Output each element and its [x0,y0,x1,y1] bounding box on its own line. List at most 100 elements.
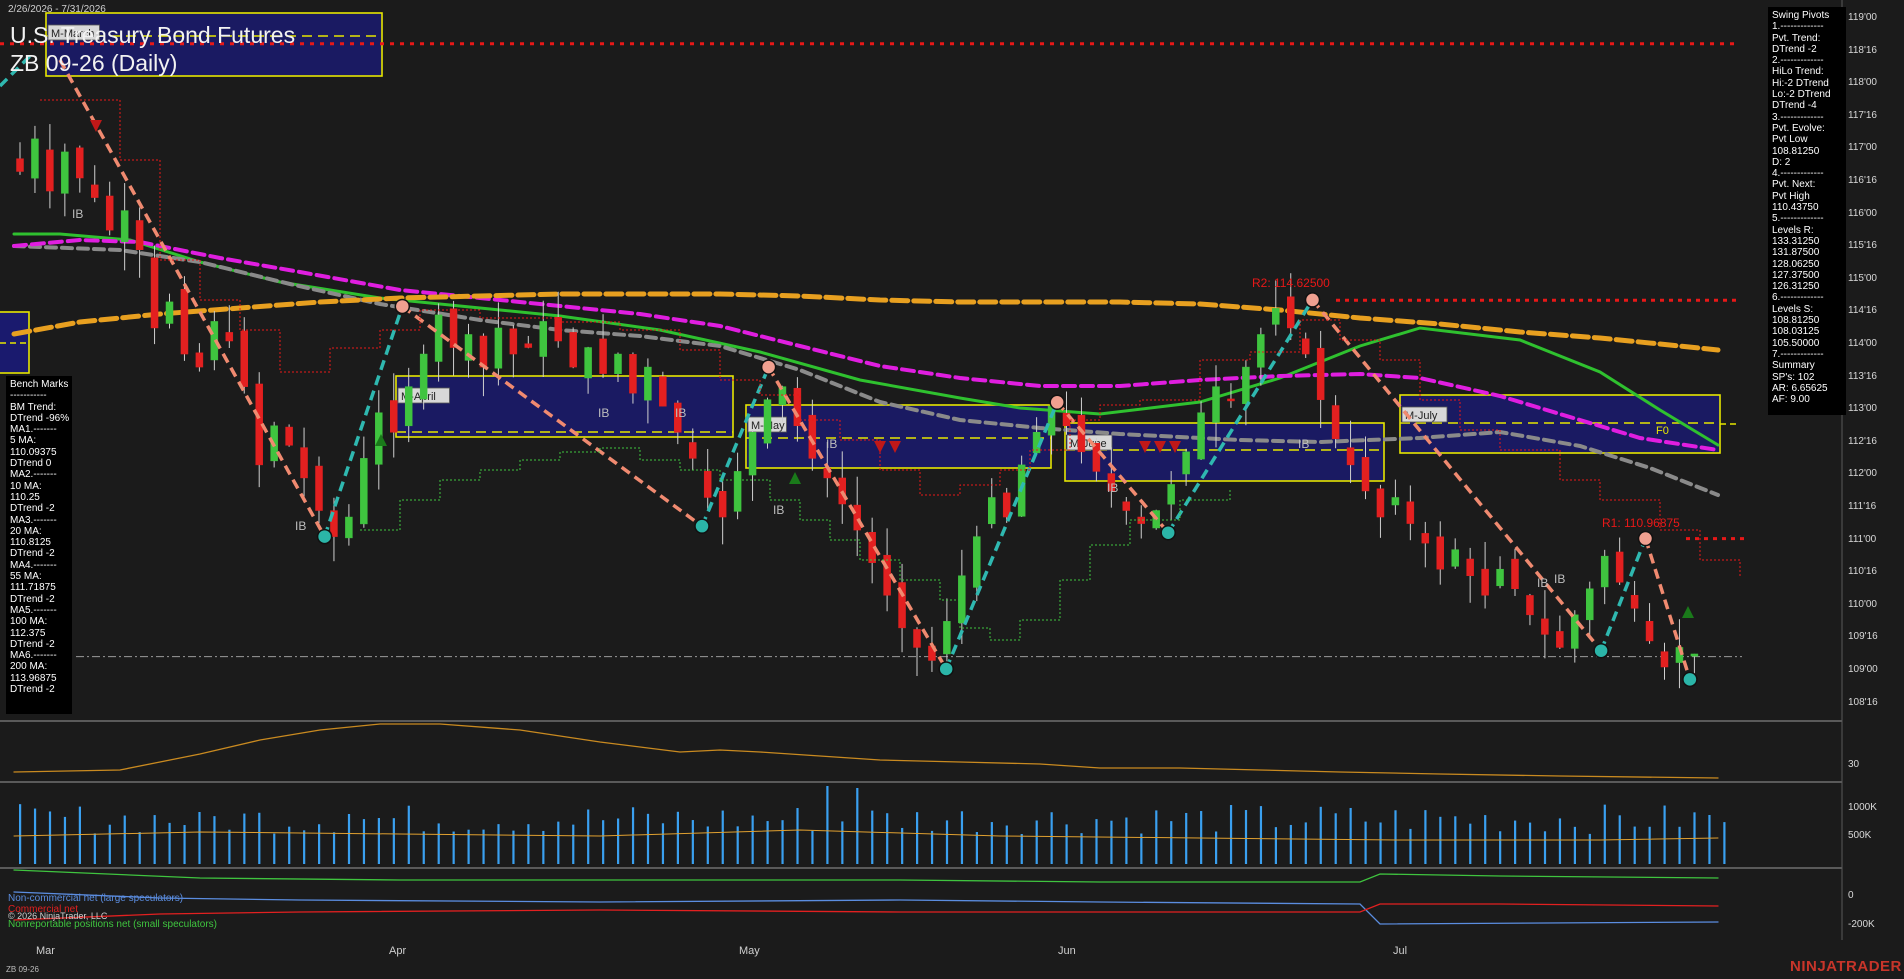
volume-bar [960,811,964,864]
swing-line: 127.37500 [1772,269,1820,281]
candle-up [733,471,742,512]
volume-bar [1469,823,1472,864]
candle-down [390,400,398,433]
swing-line: Pvt. Trend: [1772,32,1821,44]
price-tick-label: 110'00 [1848,598,1877,610]
candle-up [434,314,443,362]
volume-bar [63,816,67,864]
candle-up [988,497,996,525]
candle-up [1242,366,1250,404]
pivot-low-marker [938,661,954,677]
month-tick-label: May [739,945,760,957]
candle-down [1660,651,1669,668]
bench-line: MA2.------- [10,469,57,481]
volume-bar [1723,822,1726,864]
price-chart[interactable]: M-MarchM-AprilM-MayM-JuneM-JulyR2: 114.6… [0,0,1904,979]
volume-bar [945,820,949,864]
volume-bar [33,808,37,864]
candle-up [404,386,413,427]
candle-up [1182,451,1190,475]
volume-bar [1185,812,1188,864]
ninjatrader-logo: NINJATRADER [1790,958,1902,975]
cot-legend-noncommercial: Non-commercial net (large speculators) [8,893,184,904]
volume-bar [1558,818,1562,864]
bench-line: 110.8125 [10,537,51,549]
swing-line: D: 2 [1772,156,1791,168]
candle-up [958,575,966,624]
volume-bar [1080,833,1083,864]
candle-down [195,352,204,368]
price-tick-label: 111'00 [1848,533,1877,545]
price-tick-label: 112'00 [1848,468,1877,480]
candle-up [1272,308,1280,325]
candle-up [748,432,757,476]
volume-bar [587,809,590,864]
bench-line: 112.375 [10,627,46,639]
volume-bar [572,824,575,864]
volume-bar [1588,833,1591,864]
price-tick-label: 117'16 [1848,109,1877,121]
swing-line: 126.31250 [1772,281,1820,293]
candle-up [1496,568,1504,587]
swing-line: Pvt. Next: [1772,179,1816,191]
candle-up [360,458,368,525]
swing-line: 131.87500 [1772,247,1820,259]
candle-down [1301,338,1310,355]
candle-down [1287,296,1295,329]
bench-line: DTrend -2 [10,638,55,650]
swing-line: Levels R: [1772,224,1814,236]
volume-bar [1409,828,1412,864]
volume-bar [557,821,560,864]
volume-bar [228,829,231,864]
volume-bar [288,826,291,864]
candle-down [1227,398,1235,402]
candle-down [1346,447,1355,466]
candle-down [46,149,54,192]
candle-down [150,257,159,329]
volume-bar [1528,822,1532,864]
bench-line: 10 MA: [10,480,42,492]
pivot-low-marker [1682,671,1698,688]
volume-bar [1603,804,1606,864]
candle-down [1316,347,1325,400]
volume-bar [527,824,530,864]
bench-line: MA5.------- [10,604,57,616]
month-tick-label: Mar [36,945,55,957]
price-tick-label: 117'00 [1848,142,1877,154]
candle-down [1511,558,1519,590]
inside-bar-label: IB [1298,437,1309,451]
inside-bar-label: IB [826,437,837,451]
price-tick-label: 109'00 [1848,664,1878,675]
price-tick-label: 110'16 [1848,566,1877,578]
cot-axis-label-neg200k: -200K [1848,919,1875,930]
swing-line: Hi:-2 DTrend [1772,77,1829,89]
candle-up [31,138,39,179]
candle-down [1526,595,1534,616]
candle-up [973,536,981,588]
price-tick-label: 119'00 [1848,12,1877,23]
candle-up [1257,334,1265,368]
volume-bar [1319,806,1322,864]
bench-line: 5 MA: [10,435,37,447]
volume-bar [1229,805,1233,864]
volume-bar [1259,806,1263,864]
candle-down [1466,558,1474,576]
candle-down [689,442,697,459]
candle-down [659,376,667,407]
volume-bar [1708,814,1711,864]
candle-up [644,366,652,401]
swing-line: 108.81250 [1772,315,1820,327]
price-tick-label: 113'16 [1848,370,1877,382]
swing-line: Lo:-2 DTrend [1772,89,1831,101]
swing-line: 128.06250 [1772,258,1820,270]
volume-bar [318,824,321,864]
oscillator-line [13,723,1719,779]
candle-down [449,308,458,348]
candle-down [913,629,921,648]
volume-bar [856,788,859,864]
price-tick-label: 116'00 [1848,207,1877,219]
bench-line: 110.09375 [10,446,57,458]
contract-title: ZB 09-26 (Daily) [10,50,178,76]
swing-line: AR: 6.65625 [1772,382,1828,394]
volume-bar [1334,813,1337,864]
